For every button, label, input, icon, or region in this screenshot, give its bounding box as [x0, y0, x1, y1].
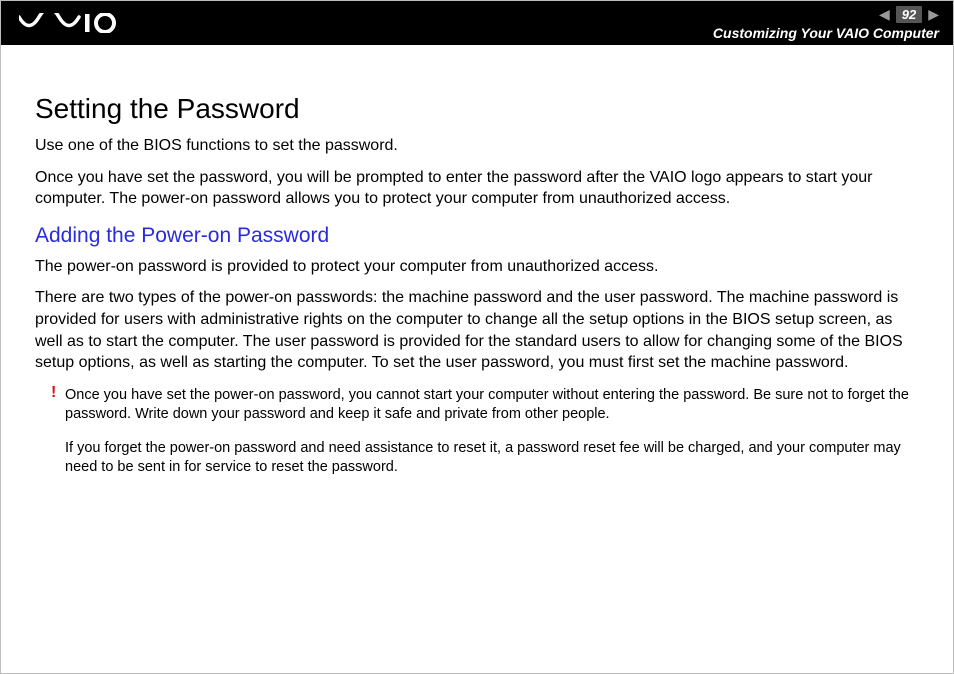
intro-paragraph-2: Once you have set the password, you will… — [35, 167, 919, 210]
section-subheading[interactable]: Adding the Power-on Password — [35, 224, 919, 248]
note-paragraph-1: Once you have set the power-on password,… — [65, 386, 919, 425]
page-content: Setting the Password Use one of the BIOS… — [1, 45, 953, 478]
note-paragraph-2: If you forget the power-on password and … — [65, 439, 919, 478]
vaio-logo — [19, 13, 119, 33]
page-number: 92 — [896, 6, 922, 23]
next-page-arrow-icon[interactable]: ▶ — [928, 7, 939, 21]
pager: ◀ 92 ▶ — [879, 6, 939, 23]
breadcrumb[interactable]: Customizing Your VAIO Computer — [713, 25, 939, 41]
sub-paragraph-2: There are two types of the power-on pass… — [35, 287, 919, 373]
vaio-logo-icon — [19, 13, 119, 33]
prev-page-arrow-icon[interactable]: ◀ — [879, 7, 890, 21]
page-header: ◀ 92 ▶ Customizing Your VAIO Computer — [1, 1, 953, 45]
header-right: ◀ 92 ▶ Customizing Your VAIO Computer — [713, 6, 939, 41]
intro-paragraph-1: Use one of the BIOS functions to set the… — [35, 135, 919, 157]
warning-note-block: ! Once you have set the power-on passwor… — [65, 386, 919, 478]
warning-icon: ! — [51, 384, 56, 402]
document-page: ◀ 92 ▶ Customizing Your VAIO Computer Se… — [0, 0, 954, 674]
page-title: Setting the Password — [35, 93, 919, 125]
sub-paragraph-1: The power-on password is provided to pro… — [35, 256, 919, 278]
